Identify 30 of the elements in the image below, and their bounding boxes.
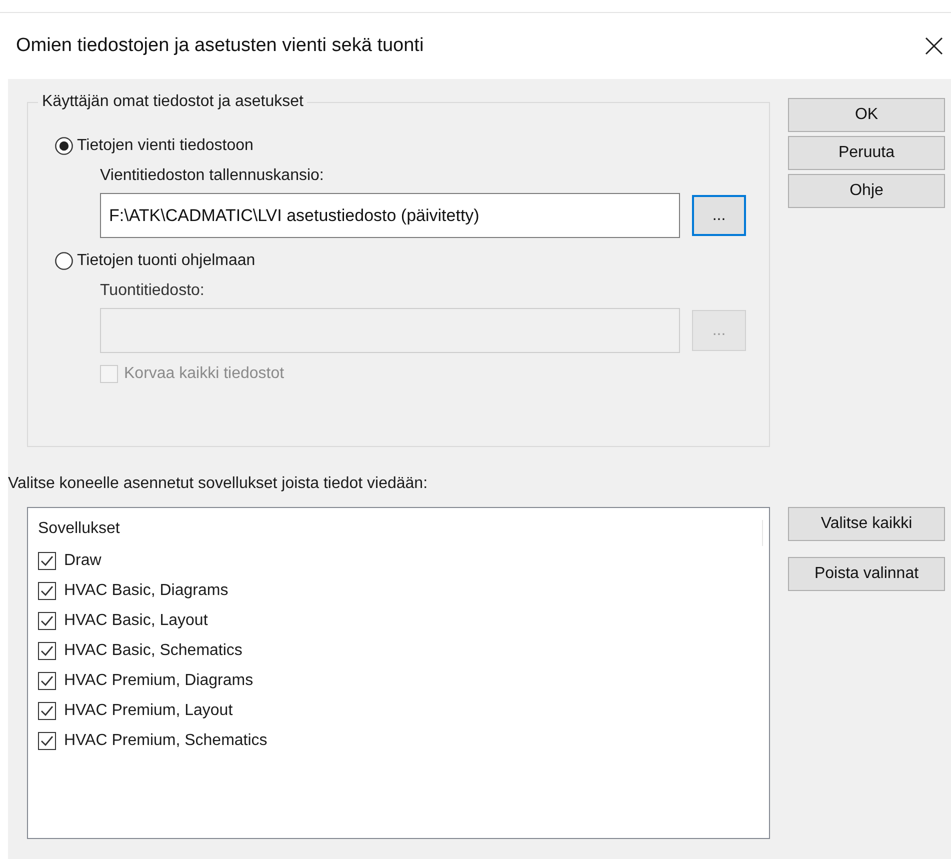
window-title: Omien tiedostojen ja asetusten vienti sekä tuonti: [16, 35, 424, 57]
list-item[interactable]: HVAC Basic, Schematics: [64, 642, 242, 660]
checkbox[interactable]: [38, 672, 56, 690]
checkbox[interactable]: [38, 642, 56, 660]
list-item[interactable]: Draw: [64, 552, 102, 570]
field-label: Tuontitiedosto:: [100, 282, 206, 300]
dialog-button[interactable]: OK: [788, 98, 945, 132]
list-item[interactable]: HVAC Basic, Layout: [64, 612, 208, 630]
browse-button[interactable]: ...: [692, 195, 746, 236]
radio-label[interactable]: Tietojen vienti tiedostoon: [77, 137, 254, 155]
close-icon[interactable]: [925, 37, 943, 55]
list-button[interactable]: Valitse kaikki: [788, 507, 945, 541]
checkbox[interactable]: [38, 582, 56, 600]
dialog-button[interactable]: Peruuta: [788, 136, 945, 170]
checkbox[interactable]: [38, 552, 56, 570]
input-field[interactable]: F:\ATK\CADMATIC\LVI asetustiedosto (päivitetty): [100, 193, 680, 238]
prompt-text: Valitse koneelle asennetut sovellukset joista tiedot viedään:: [8, 475, 429, 493]
list-item[interactable]: HVAC Premium, Schematics: [64, 732, 268, 750]
column-header[interactable]: Sovellukset: [38, 520, 120, 537]
list-item[interactable]: HVAC Premium, Diagrams: [64, 672, 254, 690]
list-item[interactable]: HVAC Basic, Diagrams: [64, 582, 228, 600]
radio-button[interactable]: [55, 137, 73, 155]
dialog-button[interactable]: Ohje: [788, 174, 945, 208]
checkbox[interactable]: [38, 702, 56, 720]
field-label: Vientitiedoston tallennuskansio:: [100, 167, 325, 185]
list-item[interactable]: HVAC Premium, Layout: [64, 702, 233, 720]
group-label: Käyttäjän omat tiedostot ja asetukset: [41, 93, 304, 111]
checkbox[interactable]: [38, 732, 56, 750]
checkbox[interactable]: [38, 612, 56, 630]
list-button[interactable]: Poista valinnat: [788, 557, 945, 591]
